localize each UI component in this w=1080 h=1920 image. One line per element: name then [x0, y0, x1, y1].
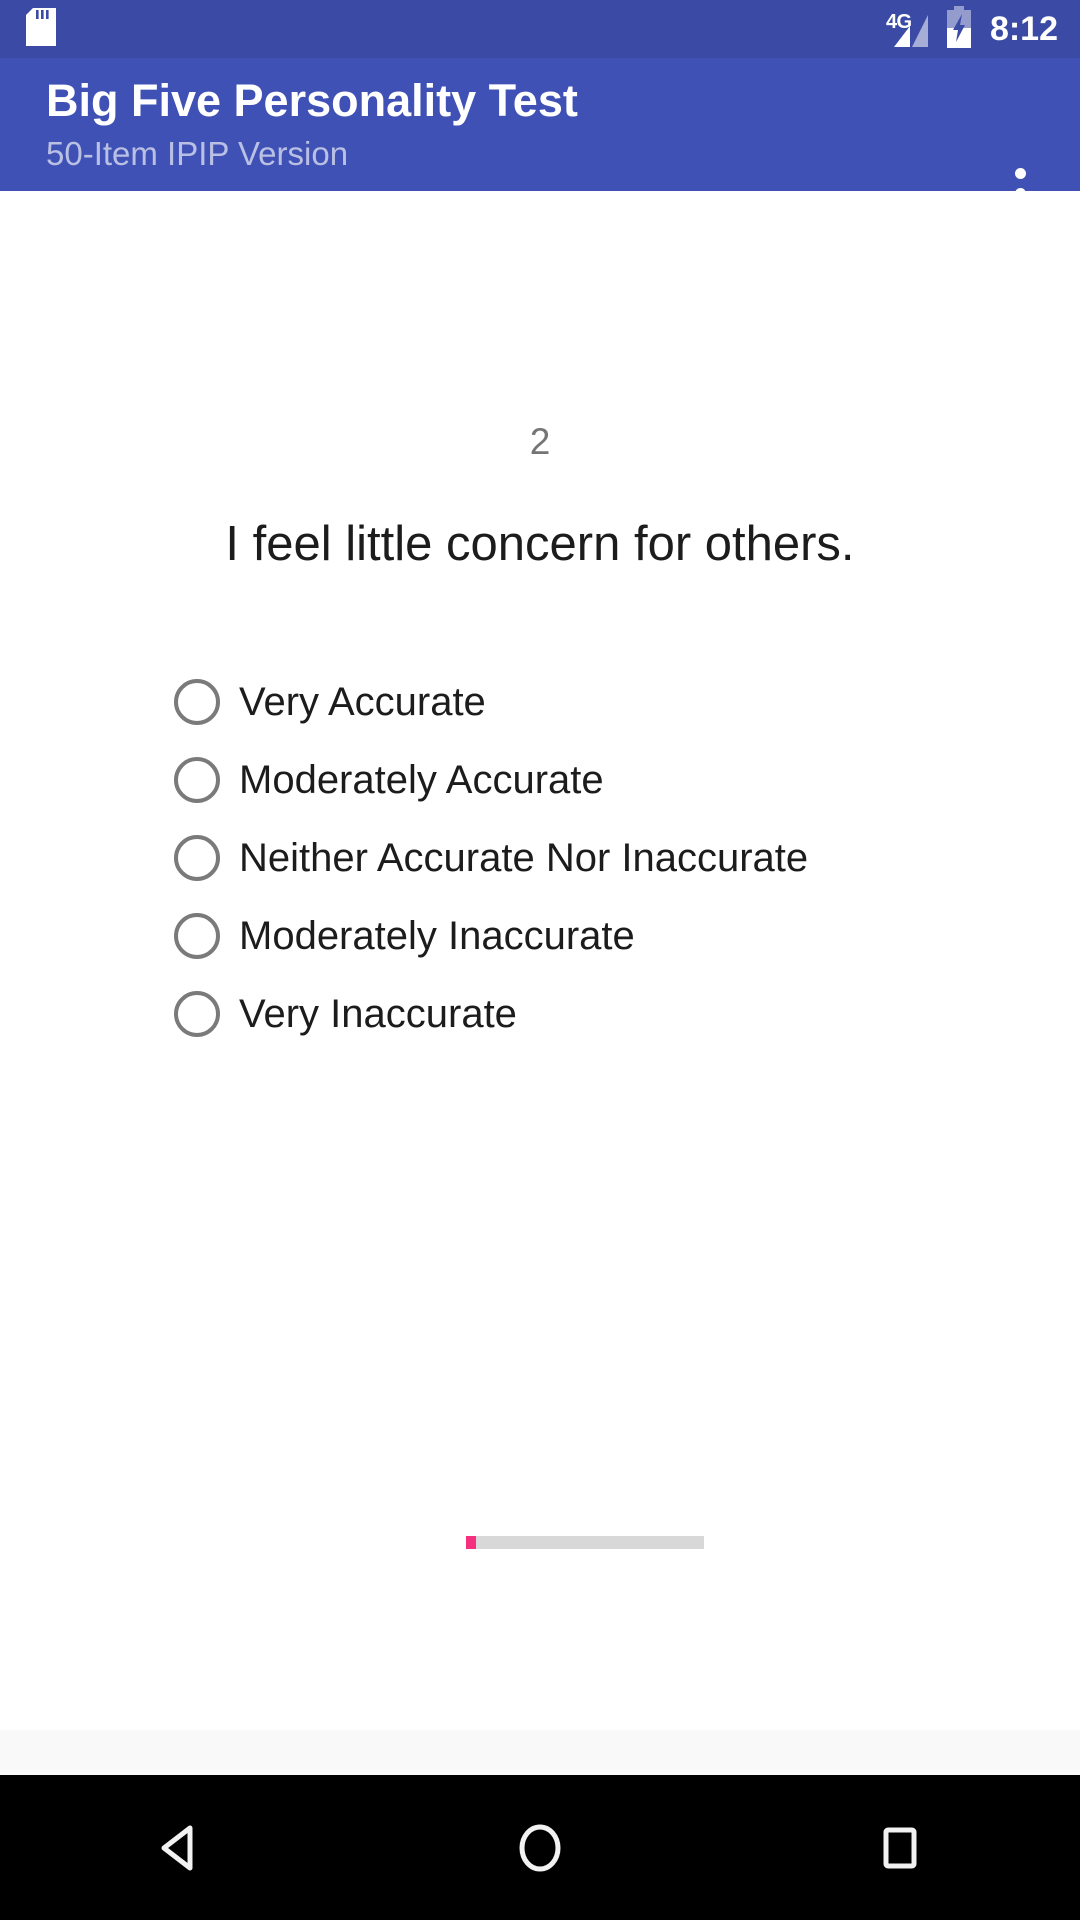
system-navigation-bar: [0, 1775, 1080, 1920]
question-content: 2 I feel little concern for others. Very…: [0, 191, 1080, 1730]
app-bar: Big Five Personality Test 50-Item IPIP V…: [0, 58, 1080, 219]
status-bar-right: 4G 8:12: [886, 5, 1058, 53]
progress-bar-track: [466, 1536, 704, 1549]
option-label: Moderately Inaccurate: [239, 914, 635, 958]
question-text: I feel little concern for others.: [225, 517, 855, 571]
radio-button-neither-accurate-nor-inaccurate[interactable]: [174, 835, 220, 881]
option-row-moderately-accurate[interactable]: Moderately Accurate: [174, 741, 808, 819]
option-row-moderately-inaccurate[interactable]: Moderately Inaccurate: [174, 897, 808, 975]
answer-options-group: Very Accurate Moderately Accurate Neithe…: [174, 663, 808, 1053]
bottom-strip: [0, 1730, 1080, 1775]
radio-button-moderately-inaccurate[interactable]: [174, 913, 220, 959]
radio-button-moderately-accurate[interactable]: [174, 757, 220, 803]
status-bar: 4G 8:12: [0, 0, 1080, 58]
status-bar-left: [26, 7, 56, 51]
option-label: Very Accurate: [239, 680, 486, 724]
option-label: Moderately Accurate: [239, 758, 604, 802]
overflow-dot-1: [1014, 167, 1026, 179]
radio-button-very-accurate[interactable]: [174, 679, 220, 725]
home-circle-icon[interactable]: [450, 1775, 630, 1920]
status-bar-clock: 8:12: [989, 10, 1058, 48]
option-row-very-accurate[interactable]: Very Accurate: [174, 663, 808, 741]
progress-bar-fill: [466, 1536, 476, 1549]
radio-button-very-inaccurate[interactable]: [174, 991, 220, 1037]
option-row-neither-accurate-nor-inaccurate[interactable]: Neither Accurate Nor Inaccurate: [174, 819, 808, 897]
option-row-very-inaccurate[interactable]: Very Inaccurate: [174, 975, 808, 1053]
question-number: 2: [529, 421, 551, 462]
app-subtitle: 50-Item IPIP Version: [46, 134, 349, 172]
sdcard-icon: [26, 7, 56, 51]
phone-screen: 4G 8:12 Big Five Personality Test 50-Ite…: [0, 0, 1080, 1920]
signal-bars-icon: 4G: [886, 9, 930, 49]
battery-charging-icon: [944, 5, 974, 53]
option-label: Neither Accurate Nor Inaccurate: [239, 836, 809, 880]
option-label: Very Inaccurate: [239, 992, 517, 1036]
back-triangle-icon[interactable]: [90, 1775, 270, 1920]
recents-square-icon[interactable]: [810, 1775, 990, 1920]
app-title: Big Five Personality Test: [46, 75, 578, 126]
